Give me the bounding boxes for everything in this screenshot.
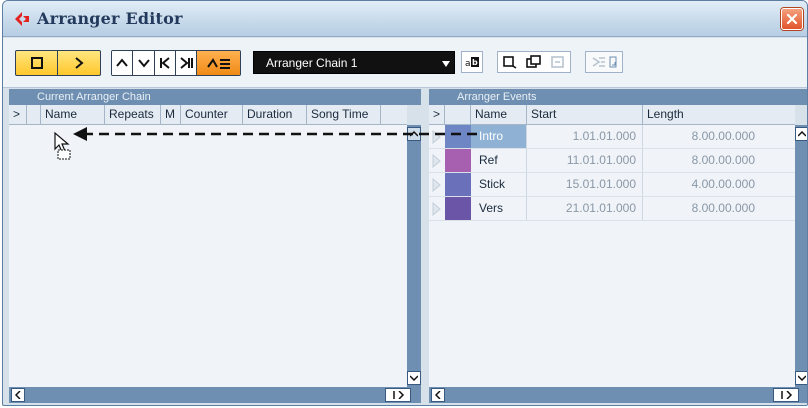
arranger-editor-window: Arranger Editor Arranger Chain 1 a b Cur… <box>2 0 808 406</box>
drag-cursor-icon <box>54 131 71 160</box>
drag-arrow-annotation <box>73 127 477 141</box>
arrow-head-icon <box>73 127 87 141</box>
